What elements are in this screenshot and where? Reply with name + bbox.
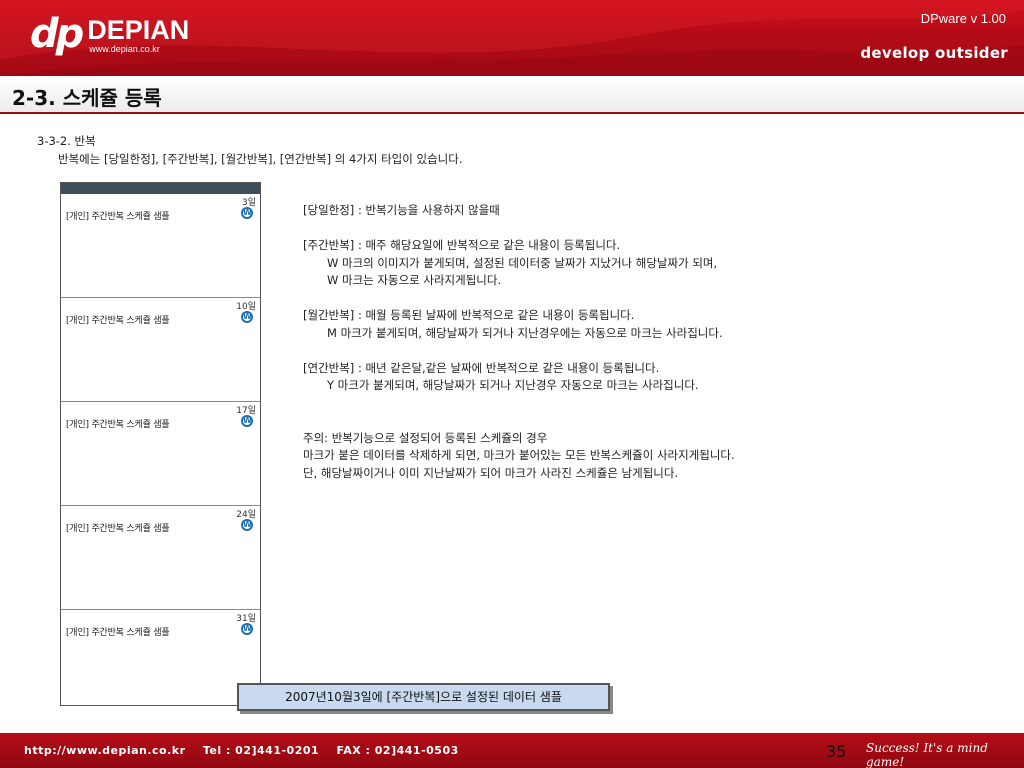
- daily-description: [당일한정] : 반복기능을 사용하지 않을때: [303, 203, 500, 217]
- weekly-description: [주간반복] : 매주 해당요일에 반복적으로 같은 내용이 등록됩니다.: [303, 238, 621, 252]
- logo-dp-mark: dp: [30, 11, 84, 57]
- logo-company-name: DEPIAN: [87, 15, 190, 45]
- page-number: 35: [826, 742, 847, 761]
- calendar-day-cell[interactable]: 3일 [개인] 주간반복 스케쥴 샘플 W: [61, 194, 260, 298]
- weekly-detail-1: W 마크의 이미지가 붙게되며, 설정된 데이터중 날짜가 지났거나 해당날짜가…: [327, 255, 718, 270]
- schedule-entry[interactable]: [개인] 주간반복 스케쥴 샘플: [66, 313, 170, 326]
- monthly-detail: M 마크가 붙게되며, 해당날짜가 되거나 지난경우에는 자동으로 마크는 사라…: [327, 325, 723, 340]
- monthly-description: [월간반복] : 매월 등록된 날짜에 반복적으로 같은 내용이 등록됩니다.: [303, 308, 635, 322]
- depian-logo[interactable]: dp DEPIAN www.depian.co.kr: [30, 14, 189, 54]
- section-description: 반복에는 [당일한정], [주간반복], [월간반복], [연간반복] 의 4가…: [58, 152, 463, 166]
- note-line-2: 단, 해당날짜이거나 이미 지난날짜가 되어 마크가 사라진 스케쥴은 남게됩니…: [303, 465, 679, 480]
- w-repeat-icon: W: [241, 207, 253, 219]
- calendar-day-cell[interactable]: 24일 [개인] 주간반복 스케쥴 샘플 W: [61, 506, 260, 610]
- title-bar: 2-3. 스케쥴 등록: [0, 76, 1024, 114]
- schedule-entry[interactable]: [개인] 주간반복 스케쥴 샘플: [66, 209, 170, 222]
- day-number: 3일: [241, 198, 256, 208]
- schedule-entry[interactable]: [개인] 주간반복 스케쥴 샘플: [66, 417, 170, 430]
- sample-caption: 2007년10월3일에 [주간반복]으로 설정된 데이터 샘플: [237, 683, 610, 711]
- w-repeat-icon: W: [241, 311, 253, 323]
- repeat-types-explanation: [당일한정] : 반복기능을 사용하지 않을때 [주간반복] : 매주 해당요일…: [303, 202, 1003, 500]
- calendar-day-cell[interactable]: 17일 [개인] 주간반복 스케쥴 샘플 W: [61, 402, 260, 506]
- logo-url: www.depian.co.kr: [89, 44, 160, 54]
- w-repeat-icon: W: [241, 623, 253, 635]
- calendar-day-cell[interactable]: 31일 [개인] 주간반복 스케쥴 샘플 W: [61, 610, 260, 705]
- calendar-day-cell[interactable]: 10일 [개인] 주간반복 스케쥴 샘플 W: [61, 298, 260, 402]
- section-intro: 3-3-2. 반복 반복에는 [당일한정], [주간반복], [월간반복], […: [37, 132, 462, 168]
- tagline: develop outsider: [860, 44, 1008, 62]
- w-repeat-icon: W: [241, 519, 253, 531]
- yearly-detail: Y 마크가 붙게되며, 해당날짜가 되거나 지난경우 자동으로 마크는 사라집니…: [327, 378, 699, 392]
- version-label: DPware v 1.00: [920, 11, 1006, 26]
- section-heading: 3-3-2. 반복: [37, 134, 96, 148]
- header-banner: dp DEPIAN www.depian.co.kr DPware v 1.00…: [0, 0, 1024, 76]
- calendar-header-bar: [61, 183, 260, 194]
- note-heading: 주의: 반복기능으로 설정되어 등록된 스케쥴의 경우: [303, 430, 548, 445]
- calendar-sample: 3일 [개인] 주간반복 스케쥴 샘플 W 10일 [개인] 주간반복 스케쥴 …: [60, 182, 261, 706]
- yearly-description: [연간반복] : 매년 같은달,같은 날짜에 반복적으로 같은 내용이 등록됩니…: [303, 360, 660, 375]
- schedule-entry[interactable]: [개인] 주간반복 스케쥴 샘플: [66, 625, 170, 638]
- footer-slogan: Success! It's a mind game!: [866, 741, 988, 768]
- w-repeat-icon: W: [241, 415, 253, 427]
- page-title: 2-3. 스케쥴 등록: [12, 86, 162, 110]
- footer-contact-info: http://www.depian.co.kr Tel : 02]441-020…: [24, 744, 459, 757]
- weekly-detail-2: W 마크는 자동으로 사라지게됩니다.: [327, 273, 502, 287]
- footer-bar: http://www.depian.co.kr Tel : 02]441-020…: [0, 733, 1024, 768]
- schedule-entry[interactable]: [개인] 주간반복 스케쥴 샘플: [66, 521, 170, 534]
- note-line-1: 마크가 붙은 데이터를 삭제하게 되면, 마크가 붙어있는 모든 반복스케쥴이 …: [303, 448, 735, 462]
